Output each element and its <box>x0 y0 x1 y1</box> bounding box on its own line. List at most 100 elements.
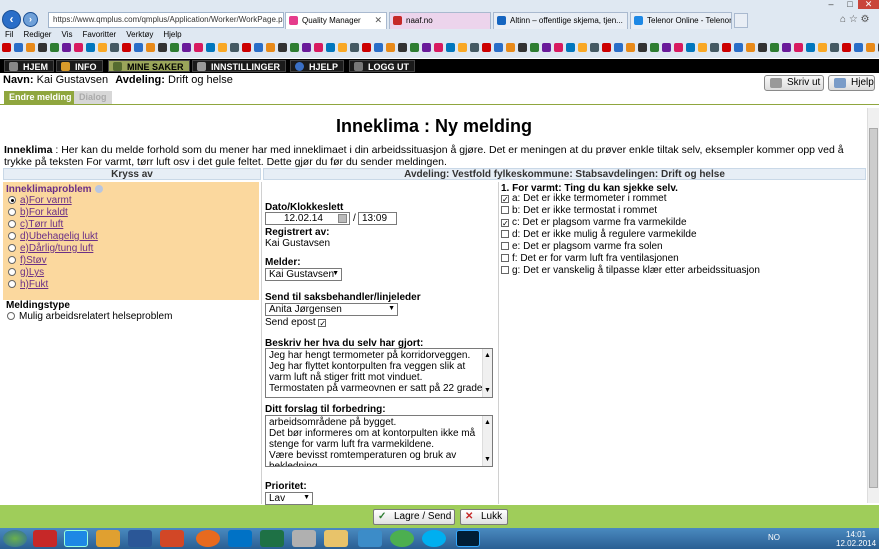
nav-settings[interactable]: INNSTILLINGER <box>192 60 286 72</box>
page-scrollbar[interactable] <box>867 108 879 503</box>
browser-tab-1[interactable]: Quality Manager ✕ <box>285 12 387 29</box>
favorite-icon[interactable] <box>146 43 155 52</box>
problem-link[interactable]: b)For kaldt <box>20 207 68 218</box>
favorite-icon[interactable] <box>566 43 575 52</box>
calendar-icon[interactable] <box>338 214 347 223</box>
favorite-icon[interactable] <box>554 43 563 52</box>
maximize-icon[interactable]: □ <box>841 0 859 9</box>
favorite-icon[interactable] <box>410 43 419 52</box>
locale-indicator[interactable]: NO <box>768 533 780 542</box>
chrome-icon[interactable] <box>390 530 414 547</box>
favorite-icon[interactable] <box>458 43 467 52</box>
favorite-icon[interactable] <box>170 43 179 52</box>
favorite-icon[interactable] <box>782 43 791 52</box>
problem-option[interactable]: a)For varmt <box>8 195 259 207</box>
problem-link[interactable]: f)Støv <box>20 255 47 266</box>
favorite-icon[interactable] <box>278 43 287 52</box>
close-tab-icon[interactable]: ✕ <box>374 15 382 26</box>
problem-link[interactable]: d)Ubehagelig lukt <box>20 231 98 242</box>
send-email-checkbox[interactable]: ✓ <box>318 319 327 328</box>
excel-icon[interactable] <box>260 530 284 547</box>
favorite-icon[interactable] <box>74 43 83 52</box>
favorite-icon[interactable] <box>506 43 515 52</box>
favorite-icon[interactable] <box>758 43 767 52</box>
favorite-icon[interactable] <box>110 43 119 52</box>
powerpoint-icon[interactable] <box>160 530 184 547</box>
nav-logout[interactable]: LOGG UT <box>349 60 415 72</box>
back-icon[interactable]: ‹ <box>2 10 21 29</box>
favorite-icon[interactable] <box>182 43 191 52</box>
radio-button[interactable] <box>8 256 16 264</box>
photoshop-icon[interactable] <box>456 530 480 547</box>
checkbox[interactable] <box>501 266 509 274</box>
radio-button[interactable] <box>8 232 16 240</box>
favorite-icon[interactable] <box>98 43 107 52</box>
favorite-icon[interactable] <box>350 43 359 52</box>
time-input[interactable]: 13:09 <box>358 212 397 225</box>
favorite-icon[interactable] <box>86 43 95 52</box>
address-bar[interactable]: https://www.qmplus.com/qmplus/Applicatio… <box>48 12 284 28</box>
favorite-icon[interactable] <box>794 43 803 52</box>
problem-option[interactable]: c)Tørr luft <box>8 219 259 231</box>
menu-item-help[interactable]: Hjelp <box>163 30 181 39</box>
new-tab-button[interactable] <box>734 13 748 28</box>
suggest-textarea[interactable]: arbeidsområdene på bygget. Det bør inform… <box>265 415 493 467</box>
close-button[interactable]: ✕ Lukk <box>460 509 508 525</box>
favorite-icon[interactable] <box>818 43 827 52</box>
favorite-icon[interactable] <box>590 43 599 52</box>
favorite-icon[interactable] <box>830 43 839 52</box>
favorite-icon[interactable] <box>542 43 551 52</box>
favorite-icon[interactable] <box>50 43 59 52</box>
favorite-icon[interactable] <box>422 43 431 52</box>
favorite-icon[interactable] <box>38 43 47 52</box>
problem-link[interactable]: c)Tørr luft <box>20 219 63 230</box>
tab-endre-melding[interactable]: Endre melding <box>4 91 77 104</box>
favorite-icon[interactable] <box>746 43 755 52</box>
skype-icon[interactable] <box>422 530 446 547</box>
scrollbar-thumb[interactable] <box>869 128 878 488</box>
favorite-icon[interactable] <box>674 43 683 52</box>
radio-button[interactable] <box>8 208 16 216</box>
checklist-item[interactable]: d: Det er ikke mulig å regulere varmekil… <box>501 229 861 241</box>
menu-item-file[interactable]: Fil <box>5 30 13 39</box>
textarea-scrollbar[interactable]: ▲ ▼ <box>482 349 492 397</box>
favorite-icon[interactable] <box>302 43 311 52</box>
favorite-icon[interactable] <box>290 43 299 52</box>
meldingstype-option[interactable]: Mulig arbeidsrelatert helseproblem <box>7 311 172 322</box>
favorite-icon[interactable] <box>722 43 731 52</box>
textarea-scrollbar[interactable]: ▲ ▼ <box>482 416 492 466</box>
favorite-icon[interactable] <box>314 43 323 52</box>
favorite-icon[interactable] <box>734 43 743 52</box>
favorite-icon[interactable] <box>326 43 335 52</box>
save-send-button[interactable]: ✓ Lagre / Send <box>373 509 455 525</box>
checklist-item[interactable]: b: Det er ikke termostat i rommet <box>501 205 861 217</box>
favorite-icon[interactable] <box>254 43 263 52</box>
favorite-icon[interactable] <box>866 43 875 52</box>
favorite-icon[interactable] <box>770 43 779 52</box>
date-input[interactable]: 12.02.14 <box>265 212 350 225</box>
favorite-icon[interactable] <box>242 43 251 52</box>
radio-button[interactable] <box>8 196 16 204</box>
checkbox[interactable] <box>501 230 509 238</box>
nav-help[interactable]: HJELP <box>290 60 345 72</box>
nav-info[interactable]: INFO <box>56 60 103 72</box>
favorite-icon[interactable] <box>626 43 635 52</box>
checklist-item[interactable]: ✓ a: Det er ikke termometer i rommet <box>501 193 861 205</box>
minimize-icon[interactable]: – <box>822 0 840 9</box>
problem-option[interactable]: e)Dårlig/tung luft <box>8 243 259 255</box>
print-button[interactable]: Skriv ut <box>764 75 824 91</box>
start-button[interactable] <box>3 530 27 547</box>
word-icon[interactable] <box>128 530 152 547</box>
media-icon[interactable] <box>96 530 120 547</box>
outlook-icon[interactable] <box>228 530 252 547</box>
favorite-icon[interactable] <box>386 43 395 52</box>
network-icon[interactable] <box>358 530 382 547</box>
problem-link[interactable]: e)Dårlig/tung luft <box>20 243 93 254</box>
favorite-icon[interactable] <box>62 43 71 52</box>
favorite-icon[interactable] <box>530 43 539 52</box>
favorite-icon[interactable] <box>518 43 527 52</box>
checklist-item[interactable]: ✓ c: Det er plagsom varme fra varmekilde <box>501 217 861 229</box>
checklist-item[interactable]: g: Det er vanskelig å tilpasse klær ette… <box>501 265 861 277</box>
favorite-icon[interactable] <box>26 43 35 52</box>
favorite-icon[interactable] <box>806 43 815 52</box>
